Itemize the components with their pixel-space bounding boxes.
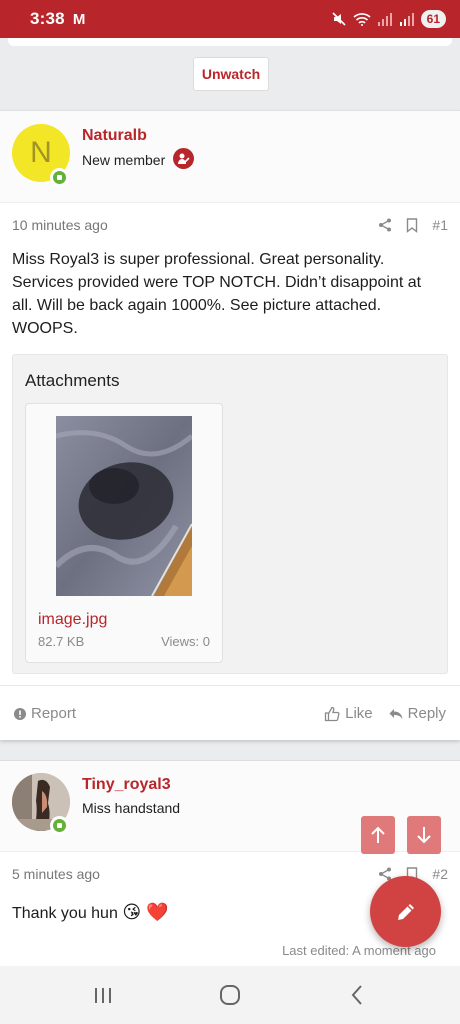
back-icon <box>351 985 362 1005</box>
home-button[interactable] <box>200 984 260 1006</box>
report-button[interactable]: Report <box>14 705 76 722</box>
back-button[interactable] <box>327 984 387 1006</box>
previous-card-edge <box>8 38 452 46</box>
like-button[interactable]: Like <box>324 705 373 722</box>
post-1-user-header: N Naturalb New member <box>0 111 460 203</box>
post-timestamp[interactable]: 10 minutes ago <box>12 217 108 233</box>
post-2-meta: 5 minutes ago #2 <box>12 866 448 882</box>
signal-2-icon <box>399 13 414 26</box>
post-text-line: Miss Royal3 is super professional. Great… <box>12 251 385 268</box>
status-time: 3:38 <box>30 9 65 28</box>
post-text-line: Services provided were TOP NOTCH. Didn’t… <box>12 274 422 291</box>
reply-icon <box>389 708 403 719</box>
member-badge-icon <box>173 148 194 169</box>
pencil-icon <box>397 903 414 920</box>
post-1-meta: 10 minutes ago #1 <box>12 217 448 233</box>
post-timestamp[interactable]: 5 minutes ago <box>12 866 100 882</box>
unwatch-button[interactable]: Unwatch <box>193 57 269 91</box>
bookmark-icon[interactable] <box>406 217 418 233</box>
status-bar: 3:38 M 61 <box>0 0 460 38</box>
scroll-up-button[interactable] <box>361 816 395 854</box>
post-number[interactable]: #2 <box>432 866 448 882</box>
gmail-icon: M <box>72 10 86 28</box>
battery-indicator: 61 <box>420 10 446 28</box>
arrow-up-icon <box>371 826 385 843</box>
attachment-card[interactable]: image.jpg 82.7 KB Views: 0 <box>25 403 223 663</box>
post-text-line: WOOPS. <box>12 320 78 337</box>
status-icons: 61 <box>331 10 446 28</box>
share-icon[interactable] <box>378 218 392 232</box>
thumbs-up-icon <box>324 706 340 721</box>
attachment-filename[interactable]: image.jpg <box>38 611 107 629</box>
attachment-views: Views: 0 <box>161 634 210 649</box>
post-1-actions: Report Like Reply <box>0 685 460 741</box>
signal-icon <box>377 13 392 26</box>
system-nav-bar <box>0 966 460 1024</box>
reply-button[interactable]: Reply <box>389 705 446 722</box>
user-title: New member <box>82 152 166 168</box>
online-status-icon <box>50 816 69 835</box>
arrow-down-icon <box>417 827 431 844</box>
report-icon <box>14 707 26 720</box>
post-text-line: all. Will be back again 1000%. See pictu… <box>12 297 382 314</box>
attachments-section: Attachments image.jpg 82.7 KB Views: 0 <box>12 354 448 674</box>
home-icon <box>219 985 240 1005</box>
recent-apps-button[interactable] <box>73 986 133 1004</box>
post-1-body: Miss Royal3 is super professional. Great… <box>12 248 444 340</box>
compose-reply-button[interactable] <box>370 876 441 947</box>
attachment-size: 82.7 KB <box>38 634 85 649</box>
emoji-reaction: 😘 ❤️ <box>122 902 169 922</box>
wifi-icon <box>353 13 371 26</box>
scroll-down-button[interactable] <box>407 816 441 854</box>
post-number[interactable]: #1 <box>432 217 448 233</box>
user-title: Miss handstand <box>82 800 181 816</box>
reply-label: Reply <box>407 705 446 722</box>
post-1: N Naturalb New member 10 minutes ago #1 … <box>0 110 460 740</box>
mute-icon <box>332 12 346 26</box>
username-tiny-royal3[interactable]: Tiny_royal3 <box>82 776 171 794</box>
attachments-title: Attachments <box>25 371 120 390</box>
username-naturalb[interactable]: Naturalb <box>82 127 147 145</box>
report-label: Report <box>31 705 77 722</box>
online-status-icon <box>50 168 69 187</box>
like-label: Like <box>345 705 373 722</box>
recents-icon <box>95 988 112 1003</box>
attachment-thumbnail[interactable] <box>56 416 192 596</box>
post-text: Thank you hun <box>12 905 118 922</box>
